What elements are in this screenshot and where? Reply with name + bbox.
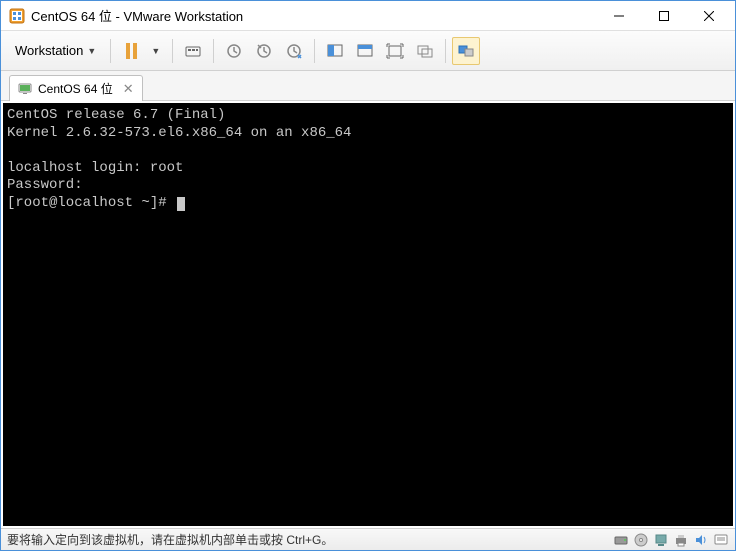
workstation-menu-label: Workstation <box>15 43 83 58</box>
terminal-line: CentOS release 6.7 (Final) <box>7 107 225 123</box>
separator <box>213 39 214 63</box>
sound-icon[interactable] <box>693 532 709 548</box>
window-title: CentOS 64 位 - VMware Workstation <box>31 6 596 25</box>
tab-label: CentOS 64 位 <box>38 80 113 97</box>
status-message: 要将输入定向到该虚拟机，请在虚拟机内部单击或按 Ctrl+G。 <box>7 531 613 548</box>
cd-dvd-icon[interactable] <box>633 532 649 548</box>
toolbar: Workstation ▼ ▼ <box>1 31 735 71</box>
manage-snapshots-button[interactable] <box>280 37 308 65</box>
maximize-button[interactable] <box>641 2 686 30</box>
revert-snapshot-button[interactable] <box>250 37 278 65</box>
pause-icon <box>117 37 145 65</box>
separator <box>110 39 111 63</box>
printer-icon[interactable] <box>673 532 689 548</box>
monitor-icon <box>18 82 32 96</box>
chevron-down-icon: ▼ <box>87 46 96 56</box>
thumbnail-view-button[interactable] <box>351 37 379 65</box>
titlebar: CentOS 64 位 - VMware Workstation <box>1 1 735 31</box>
separator <box>445 39 446 63</box>
guest-terminal[interactable]: CentOS release 6.7 (Final) Kernel 2.6.32… <box>3 103 733 526</box>
tab-close-button[interactable]: ✕ <box>123 81 134 97</box>
network-adapter-icon[interactable] <box>653 532 669 548</box>
minimize-button[interactable] <box>596 2 641 30</box>
terminal-line: Password: <box>7 177 83 193</box>
workstation-menu[interactable]: Workstation ▼ <box>7 39 104 62</box>
tabbar: CentOS 64 位 ✕ <box>1 71 735 101</box>
terminal-line: localhost login: root <box>7 160 183 176</box>
statusbar: 要将输入定向到该虚拟机，请在虚拟机内部单击或按 Ctrl+G。 <box>1 528 735 550</box>
separator <box>314 39 315 63</box>
separator <box>172 39 173 63</box>
hard-disk-icon[interactable] <box>613 532 629 548</box>
pause-suspend-group[interactable]: ▼ <box>117 37 166 65</box>
cursor <box>177 197 185 211</box>
terminal-line: Kernel 2.6.32-573.el6.x86_64 on an x86_6… <box>7 125 351 141</box>
terminal-prompt: [root@localhost ~]# <box>7 195 175 211</box>
message-log-icon[interactable] <box>713 532 729 548</box>
vmware-app-icon <box>9 8 25 24</box>
window-controls <box>596 2 731 30</box>
fullscreen-button[interactable] <box>381 37 409 65</box>
send-ctrl-alt-del-button[interactable] <box>179 37 207 65</box>
device-status-icons <box>613 532 729 548</box>
close-button[interactable] <box>686 2 731 30</box>
cycle-multiple-monitors-button[interactable] <box>452 37 480 65</box>
unity-mode-button[interactable] <box>411 37 439 65</box>
chevron-down-icon: ▼ <box>145 46 166 56</box>
show-console-button[interactable] <box>321 37 349 65</box>
snapshot-button[interactable] <box>220 37 248 65</box>
console-area: CentOS release 6.7 (Final) Kernel 2.6.32… <box>1 101 735 528</box>
vm-tab-centos[interactable]: CentOS 64 位 ✕ <box>9 75 143 101</box>
